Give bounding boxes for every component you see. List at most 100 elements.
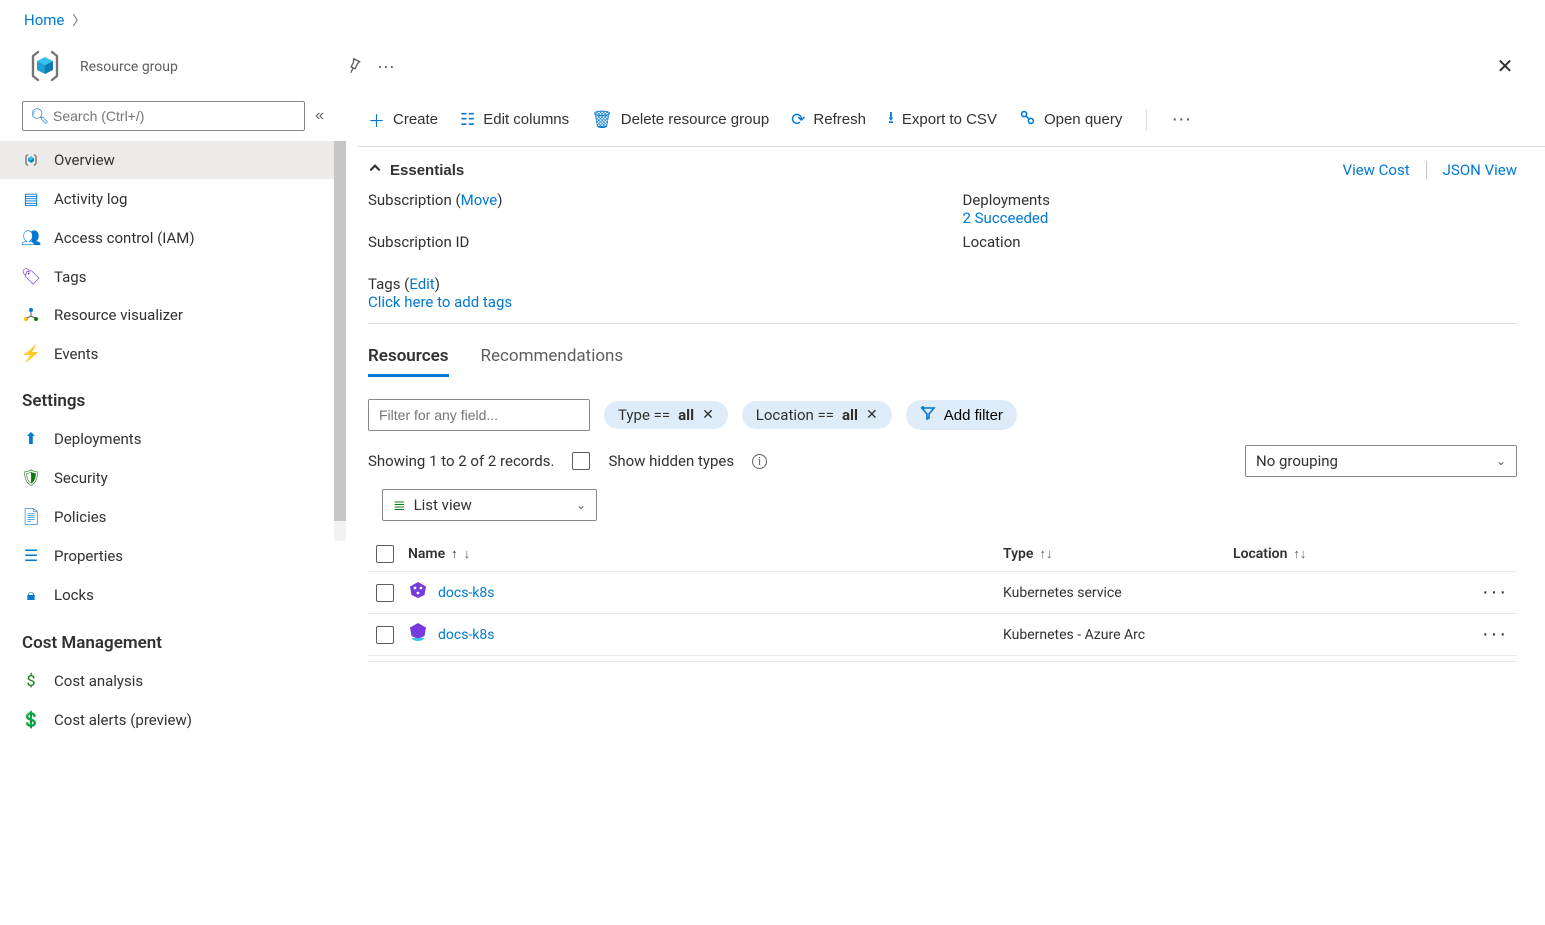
resource-type: Kubernetes service — [1003, 585, 1233, 601]
sidebar: 🔍︎ « Overview ▤ Activity log 👥︎ Access c… — [0, 95, 346, 739]
sidebar-search[interactable]: 🔍︎ — [22, 101, 305, 131]
resource-name-link[interactable]: docs-k8s — [438, 627, 495, 643]
main-content: ＋ Create ☷ Edit columns 🗑︎ Delete resour… — [346, 95, 1545, 739]
table-row[interactable]: docs-k8s Kubernetes - Azure Arc ··· — [368, 614, 1517, 656]
plus-icon: ＋ — [368, 107, 385, 132]
properties-icon: ☰ — [22, 546, 40, 565]
deployments-value-link[interactable]: 2 Succeeded — [963, 209, 1049, 227]
grouping-dropdown[interactable]: No grouping ⌄ — [1245, 445, 1517, 477]
sidebar-item-locks[interactable]: 🔒︎ Locks — [0, 575, 346, 615]
sidebar-item-policies[interactable]: 📄︎ Policies — [0, 497, 346, 536]
view-cost-link[interactable]: View Cost — [1343, 161, 1410, 179]
breadcrumb-home[interactable]: Home — [24, 11, 64, 29]
resource-name-link[interactable]: docs-k8s — [438, 585, 495, 601]
policy-icon: 📄︎ — [22, 507, 40, 526]
query-icon — [1019, 109, 1036, 131]
view-mode-dropdown[interactable]: ≣ List view ⌄ — [382, 489, 597, 521]
sidebar-item-label: Deployments — [54, 430, 141, 448]
sidebar-item-label: Activity log — [54, 190, 127, 208]
add-filter-button[interactable]: Add filter — [906, 400, 1017, 430]
sidebar-item-deployments[interactable]: ⬆︎ Deployments — [0, 419, 346, 458]
more-button[interactable]: ··· — [370, 50, 402, 82]
remove-filter-icon[interactable]: ✕ — [866, 407, 878, 423]
tab-resources[interactable]: Resources — [368, 346, 449, 377]
show-hidden-checkbox[interactable] — [572, 452, 590, 470]
sort-icon: ↑↓ — [1293, 547, 1306, 562]
sidebar-item-iam[interactable]: 👥︎ Access control (IAM) — [0, 218, 346, 257]
cost-analysis-icon: $ — [22, 671, 40, 690]
people-icon: 👥︎ — [22, 228, 40, 247]
lightning-icon: ⚡ — [22, 344, 40, 363]
sort-icon: ↑↓ — [1039, 547, 1052, 562]
sidebar-item-overview[interactable]: Overview — [0, 141, 346, 179]
column-name[interactable]: Name↑↓ — [408, 546, 1003, 562]
sidebar-item-label: Overview — [54, 151, 115, 169]
tabs: Resources Recommendations — [368, 324, 1517, 377]
download-icon: ⭳ — [888, 105, 894, 134]
sidebar-scrollbar[interactable] — [334, 141, 346, 541]
tags-label: Tags (Edit) — [368, 275, 1517, 293]
page-subtitle: Resource group — [80, 59, 178, 75]
filter-pill-type[interactable]: Type == all ✕ — [604, 401, 728, 429]
deployments-label: Deployments — [963, 191, 1518, 209]
toolbar: ＋ Create ☷ Edit columns 🗑︎ Delete resour… — [358, 95, 1545, 146]
open-query-button[interactable]: Open query — [1019, 109, 1122, 131]
records-text: Showing 1 to 2 of 2 records. — [368, 452, 554, 470]
edit-columns-button[interactable]: ☷ Edit columns — [460, 110, 569, 130]
subscription-label: Subscription (Move) — [368, 191, 923, 227]
sidebar-item-label: Locks — [54, 586, 94, 604]
row-checkbox[interactable] — [376, 584, 394, 602]
trash-icon: 🗑︎ — [591, 110, 613, 130]
column-location[interactable]: Location↑↓ — [1233, 546, 1473, 562]
sidebar-item-cost-alerts[interactable]: 💲 Cost alerts (preview) — [0, 700, 346, 739]
collapse-sidebar-button[interactable]: « — [315, 107, 324, 125]
kubernetes-arc-icon — [408, 622, 428, 647]
sidebar-item-tags[interactable]: 🏷︎ Tags — [0, 257, 346, 296]
sidebar-item-activity-log[interactable]: ▤ Activity log — [0, 179, 346, 218]
tags-edit-link[interactable]: Edit — [409, 275, 434, 293]
json-view-link[interactable]: JSON View — [1443, 161, 1517, 179]
sidebar-item-label: Properties — [54, 547, 123, 565]
filter-pill-location[interactable]: Location == all ✕ — [742, 401, 892, 429]
essentials-toggle[interactable]: Essentials — [368, 161, 464, 179]
column-type[interactable]: Type↑↓ — [1003, 546, 1233, 562]
close-button[interactable]: ✕ — [1489, 50, 1521, 82]
sidebar-item-resource-visualizer[interactable]: Resource visualizer — [0, 296, 346, 334]
pin-button[interactable] — [338, 50, 370, 82]
row-more-button[interactable]: ··· — [1473, 623, 1517, 646]
sidebar-item-label: Cost alerts (preview) — [54, 711, 192, 729]
remove-filter-icon[interactable]: ✕ — [702, 407, 714, 423]
toolbar-separator — [1146, 109, 1147, 131]
sidebar-item-label: Tags — [54, 268, 86, 286]
columns-icon: ☷ — [460, 110, 475, 130]
create-button[interactable]: ＋ Create — [368, 107, 438, 132]
visualizer-icon — [22, 307, 40, 323]
sidebar-item-properties[interactable]: ☰ Properties — [0, 536, 346, 575]
filter-input[interactable] — [368, 399, 590, 431]
breadcrumb: Home 〉 — [0, 0, 1545, 33]
row-more-button[interactable]: ··· — [1473, 581, 1517, 604]
cost-alerts-icon: 💲 — [22, 710, 40, 729]
sidebar-search-input[interactable] — [22, 101, 305, 131]
delete-resource-group-button[interactable]: 🗑︎ Delete resource group — [591, 110, 769, 130]
toolbar-more-button[interactable]: ··· — [1171, 108, 1191, 131]
deployments-block: Deployments 2 Succeeded — [963, 191, 1518, 227]
sidebar-item-label: Events — [54, 345, 98, 363]
add-tags-link[interactable]: Click here to add tags — [368, 293, 512, 311]
sidebar-item-cost-analysis[interactable]: $ Cost analysis — [0, 661, 346, 700]
export-csv-button[interactable]: ⭳ Export to CSV — [888, 105, 997, 134]
select-all-checkbox[interactable] — [376, 545, 394, 563]
resources-table: Name↑↓ Type↑↓ Location↑↓ — [368, 533, 1517, 662]
sidebar-item-label: Resource visualizer — [54, 306, 183, 324]
list-view-icon: ≣ — [393, 496, 406, 514]
sort-desc-icon: ↓ — [464, 547, 471, 562]
info-icon[interactable]: i — [752, 454, 767, 469]
tab-recommendations[interactable]: Recommendations — [481, 346, 624, 377]
sidebar-item-security[interactable]: 🛡︎ Security — [0, 458, 346, 497]
row-checkbox[interactable] — [376, 626, 394, 644]
add-filter-icon — [920, 405, 936, 425]
sidebar-item-events[interactable]: ⚡ Events — [0, 334, 346, 373]
table-row[interactable]: docs-k8s Kubernetes service ··· — [368, 572, 1517, 614]
refresh-button[interactable]: ⟳ Refresh — [791, 110, 866, 130]
subscription-move-link[interactable]: Move — [461, 191, 498, 209]
